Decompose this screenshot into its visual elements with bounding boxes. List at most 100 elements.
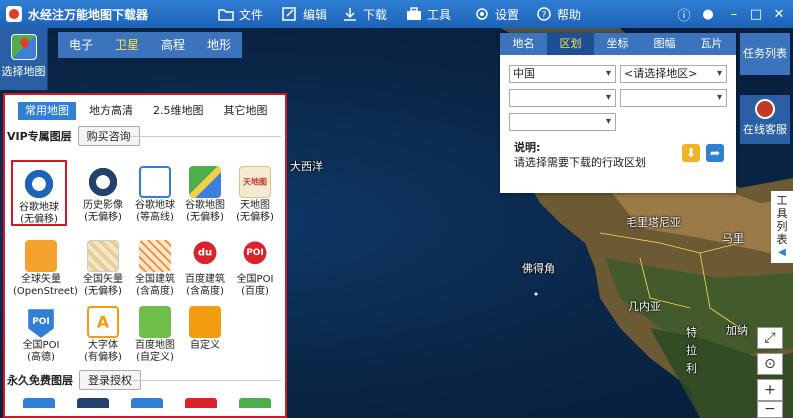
- vip-section-header: VIP专属图层 购买咨询: [7, 126, 285, 146]
- free-layer-icon[interactable]: [131, 398, 163, 408]
- download-icon: ⬇: [685, 146, 697, 160]
- layer-google-earth-contour[interactable]: 谷歌地球 (等高线): [127, 166, 183, 224]
- maximize-icon[interactable]: □: [748, 6, 764, 22]
- tianditu-icon: 天地图: [239, 166, 271, 198]
- free-layer-row: [23, 398, 285, 408]
- minimize-icon[interactable]: –: [726, 6, 742, 22]
- layer-large-font[interactable]: A 大字体 (有偏移): [75, 306, 131, 364]
- fullscreen-button[interactable]: ⤢: [757, 327, 783, 349]
- layer-label: 谷歌地球: [19, 202, 59, 213]
- layer-custom[interactable]: 自定义: [177, 306, 233, 352]
- layer-google-earth[interactable]: 谷歌地球 (无偏移): [11, 160, 67, 226]
- google-earth-icon: [23, 168, 55, 200]
- menu-settings[interactable]: 设置: [474, 0, 519, 28]
- area-select[interactable]: <请选择地区>: [620, 65, 727, 83]
- town-select[interactable]: [509, 113, 616, 131]
- tab-map-sheet[interactable]: 图幅: [641, 33, 688, 55]
- user-icon[interactable]: ●: [700, 6, 716, 22]
- custom-pencil-icon: [189, 306, 221, 338]
- menu-help[interactable]: ? 帮助: [536, 0, 581, 28]
- tab-2-5d-maps[interactable]: 2.5维地图: [146, 102, 211, 120]
- map-label-atlantic: 大西洋: [290, 160, 323, 173]
- tianditu-logo-text: 天地图: [243, 177, 267, 187]
- layer-sublabel: (有偏移): [84, 352, 122, 363]
- help-icon: ?: [537, 7, 551, 21]
- tab-elevation[interactable]: 高程: [150, 32, 196, 58]
- map-label-mauritania: 毛里塔尼亚: [626, 216, 681, 229]
- layer-label: 全球矢量: [21, 274, 61, 285]
- map-label-guinea: 几内亚: [628, 300, 661, 313]
- layer-label: 自定义: [190, 340, 220, 351]
- close-icon[interactable]: ✕: [771, 6, 787, 22]
- download-region-button[interactable]: ⬇: [682, 144, 700, 162]
- info-icon[interactable]: ⓘ: [676, 6, 692, 24]
- description-title: 说明:: [514, 141, 541, 154]
- divider: [131, 380, 281, 381]
- map-label-la: 拉: [686, 344, 697, 357]
- free-layer-icon[interactable]: [77, 398, 109, 408]
- task-list-button[interactable]: 任务列表: [740, 33, 790, 75]
- tab-place-name[interactable]: 地名: [500, 33, 547, 55]
- tools-label-char: 具: [776, 207, 788, 220]
- layer-label: 全国矢量: [83, 274, 123, 285]
- tab-other-maps[interactable]: 其它地图: [217, 102, 275, 120]
- locate-button[interactable]: ⊙: [757, 353, 783, 375]
- layer-history-imagery[interactable]: 历史影像 (无偏移): [75, 166, 131, 224]
- menu-download[interactable]: 下载: [342, 0, 387, 28]
- layer-google-map[interactable]: 谷歌地图 (无偏移): [177, 166, 233, 224]
- district-select[interactable]: [620, 89, 727, 107]
- building-icon: [139, 240, 171, 272]
- tab-satellite[interactable]: 卫星: [104, 32, 150, 58]
- country-select[interactable]: 中国: [509, 65, 616, 83]
- free-section-title: 永久免费图层: [7, 374, 73, 387]
- layer-global-vector[interactable]: 全球矢量 (OpenStreet): [13, 240, 78, 298]
- layer-baidu-building[interactable]: du 百度建筑 (含高度): [177, 240, 233, 298]
- app-logo-icon: [6, 6, 22, 22]
- plus-icon: +: [764, 382, 776, 398]
- menu-tools[interactable]: 工具: [406, 0, 451, 28]
- export-button[interactable]: ➦: [706, 144, 724, 162]
- menu-settings-label: 设置: [495, 7, 520, 22]
- poi-logo-text: POI: [32, 317, 50, 327]
- zoom-in-button[interactable]: +: [757, 379, 783, 401]
- free-layer-icon[interactable]: [239, 398, 271, 408]
- menu-edit[interactable]: 编辑: [282, 0, 327, 28]
- layer-tianditu[interactable]: 天地图 天地图 (无偏移): [227, 166, 283, 224]
- tools-label-char: 表: [776, 233, 788, 246]
- tab-coordinate[interactable]: 坐标: [594, 33, 641, 55]
- tab-tile[interactable]: 瓦片: [688, 33, 735, 55]
- tab-local-hd[interactable]: 地方高清: [82, 102, 140, 120]
- layer-sublabel: (无偏移): [20, 214, 58, 225]
- free-layer-icon[interactable]: [23, 398, 55, 408]
- tools-list-tab[interactable]: 工 具 列 表 ◀: [771, 191, 793, 263]
- layer-label: 全国建筑: [135, 274, 175, 285]
- layer-national-vector[interactable]: 全国矢量 (无偏移): [75, 240, 131, 298]
- tab-division[interactable]: 区划: [547, 33, 594, 55]
- layer-label: 百度建筑: [185, 274, 225, 285]
- tab-electronic[interactable]: 电子: [58, 32, 104, 58]
- menu-file[interactable]: 文件: [218, 0, 263, 28]
- zoom-out-button[interactable]: −: [757, 401, 783, 418]
- layer-poi-baidu[interactable]: POI 全国POI (百度): [227, 240, 283, 298]
- gear-icon: [476, 8, 488, 20]
- chevron-left-icon: ◀: [778, 247, 786, 258]
- map-type-tabs: 电子 卫星 高程 地形: [58, 32, 242, 58]
- free-layer-icon[interactable]: [185, 398, 217, 408]
- map-label-mali: 马里: [722, 232, 744, 245]
- region-panel: 地名 区划 坐标 图幅 瓦片 中国 <请选择地区> 说明: 请选择需要下载的行政…: [500, 33, 736, 193]
- city-select[interactable]: [509, 89, 616, 107]
- online-support-button[interactable]: 在线客服: [740, 95, 790, 144]
- layer-national-building[interactable]: 全国建筑 (含高度): [127, 240, 183, 298]
- download-icon: [344, 8, 356, 21]
- map-pin-icon: [10, 34, 37, 60]
- vip-section-title: VIP专属图层: [7, 130, 72, 143]
- tab-terrain[interactable]: 地形: [196, 32, 242, 58]
- poi-gaode-icon: POI: [28, 309, 54, 338]
- select-map-button[interactable]: 选择地图: [0, 28, 48, 90]
- layer-baidu-custom[interactable]: 百度地图 (自定义): [127, 306, 183, 364]
- layer-poi-gaode[interactable]: POI 全国POI (高德): [13, 306, 69, 364]
- openstreet-icon: [25, 240, 57, 272]
- tab-common-maps[interactable]: 常用地图: [18, 102, 76, 120]
- baidu-custom-icon: [139, 306, 171, 338]
- locate-icon: ⊙: [764, 356, 776, 372]
